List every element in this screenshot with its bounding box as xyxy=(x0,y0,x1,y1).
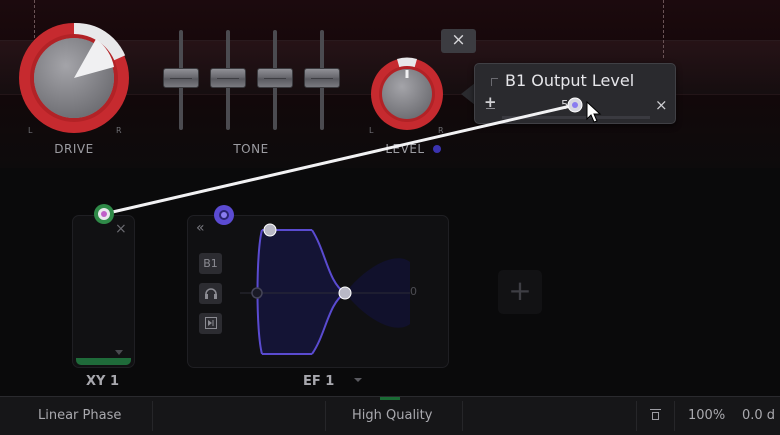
xy-source-node[interactable] xyxy=(93,203,115,225)
status-divider xyxy=(462,401,463,431)
output-gain-value[interactable]: 0.0 d xyxy=(742,397,775,435)
status-divider xyxy=(636,401,637,431)
wire-end-handle[interactable] xyxy=(566,96,584,114)
zoom-level[interactable]: 100% xyxy=(688,397,725,435)
high-quality-button[interactable]: High Quality xyxy=(352,397,432,435)
status-divider xyxy=(325,401,326,431)
status-divider xyxy=(674,401,675,431)
linear-phase-button[interactable]: Linear Phase xyxy=(38,397,121,435)
collapse-panel-icon[interactable] xyxy=(650,409,661,421)
mouse-cursor-icon xyxy=(586,101,602,123)
status-bar: Linear Phase High Quality 100% 0.0 d xyxy=(0,396,780,435)
status-divider xyxy=(152,401,153,431)
modulation-wire xyxy=(103,103,576,216)
